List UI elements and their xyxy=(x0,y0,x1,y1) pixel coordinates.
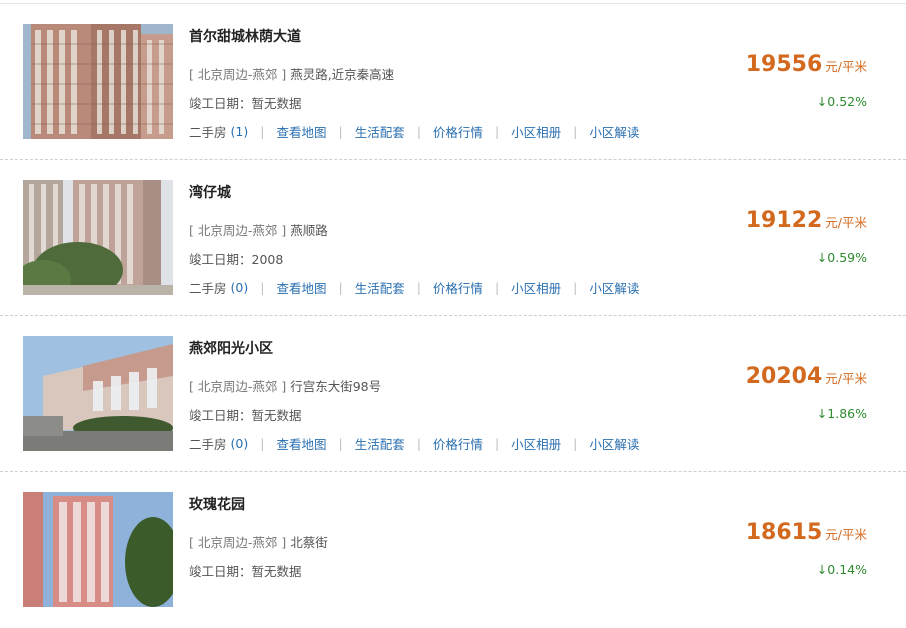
listing-photo[interactable] xyxy=(23,180,173,295)
analysis-link[interactable]: 小区解读 xyxy=(589,278,639,297)
listing-title[interactable]: 首尔甜城林荫大道 xyxy=(189,26,301,46)
price-value: 19122 xyxy=(745,208,823,233)
link-divider: | xyxy=(573,124,578,139)
listing-region: [ 北京周边-燕郊 ] xyxy=(189,379,287,394)
price-value: 19556 xyxy=(745,52,823,77)
listing-region: [ 北京周边-燕郊 ] xyxy=(189,535,287,550)
price-trend-link[interactable]: 价格行情 xyxy=(433,434,483,453)
listing-item: 玫瑰花园 [ 北京周边-燕郊 ] 北蔡街 竣工日期：暂无数据 18615 元/平米… xyxy=(0,472,906,628)
listing-photo[interactable] xyxy=(23,24,173,139)
listing-title[interactable]: 湾仔城 xyxy=(189,182,231,202)
listing-address: [ 北京周边-燕郊 ] 行宫东大街98号 xyxy=(189,376,381,395)
listing-region: [ 北京周边-燕郊 ] xyxy=(189,223,287,238)
listing-street: 北蔡街 xyxy=(290,535,328,550)
view-map-link[interactable]: 查看地图 xyxy=(276,122,326,141)
listing-item: 首尔甜城林荫大道 [ 北京周边-燕郊 ] 燕灵路,近京秦高速 竣工日期：暂无数据… xyxy=(0,4,906,160)
view-map-link[interactable]: 查看地图 xyxy=(276,278,326,297)
second-hand-count[interactable]: (1) xyxy=(231,124,249,139)
listing-address: [ 北京周边-燕郊 ] 燕灵路,近京秦高速 xyxy=(189,64,394,83)
price-unit: 元/平米 xyxy=(825,371,867,386)
link-divider: | xyxy=(416,280,421,295)
completion-value: 暂无数据 xyxy=(251,96,302,111)
price-change: ↓0.59% xyxy=(816,250,867,265)
link-divider: | xyxy=(260,124,265,139)
listing-address: [ 北京周边-燕郊 ] 燕顺路 xyxy=(189,220,328,239)
listing-item: 燕郊阳光小区 [ 北京周边-燕郊 ] 行宫东大街98号 竣工日期：暂无数据 二手… xyxy=(0,316,906,472)
completion-label: 竣工日期： xyxy=(189,96,252,111)
link-divider: | xyxy=(494,124,500,139)
listing-completion: 竣工日期：暂无数据 xyxy=(189,405,302,424)
listing-price: 19122 元/平米 xyxy=(746,208,867,233)
price-unit: 元/平米 xyxy=(825,215,867,230)
second-hand-count[interactable]: (0) xyxy=(231,436,249,451)
price-unit: 元/平米 xyxy=(825,527,867,542)
price-change: ↓1.86% xyxy=(816,406,867,421)
price-change: ↓0.52% xyxy=(816,94,867,109)
listing-item: 湾仔城 [ 北京周边-燕郊 ] 燕顺路 竣工日期：2008 二手房 (0) | … xyxy=(0,160,906,316)
amenities-link[interactable]: 生活配套 xyxy=(355,278,405,297)
listing-photo[interactable] xyxy=(23,492,173,607)
album-link[interactable]: 小区相册 xyxy=(511,434,561,453)
price-value: 18615 xyxy=(745,520,823,545)
listing-region: [ 北京周边-燕郊 ] xyxy=(189,67,287,82)
link-divider: | xyxy=(416,436,421,451)
price-change: ↓0.14% xyxy=(816,562,867,577)
link-divider: | xyxy=(338,436,343,451)
view-map-link[interactable]: 查看地图 xyxy=(276,434,326,453)
listing-street: 燕灵路,近京秦高速 xyxy=(290,67,395,82)
listing-title[interactable]: 玫瑰花园 xyxy=(189,494,245,514)
listing-price: 18615 元/平米 xyxy=(746,520,867,545)
link-divider: | xyxy=(573,280,578,295)
listing-links: 二手房 (1) | 查看地图 | 生活配套 | 价格行情 | 小区相册 | 小区… xyxy=(189,122,639,141)
second-hand-count[interactable]: (0) xyxy=(231,280,249,295)
completion-label: 竣工日期： xyxy=(189,408,252,423)
listing-price: 19556 元/平米 xyxy=(746,52,867,77)
link-divider: | xyxy=(338,124,343,139)
listing-links: 二手房 (0) | 查看地图 | 生活配套 | 价格行情 | 小区相册 | 小区… xyxy=(189,434,639,453)
amenities-link[interactable]: 生活配套 xyxy=(355,434,405,453)
listing-street: 行宫东大街98号 xyxy=(290,379,382,394)
completion-value: 2008 xyxy=(251,252,284,267)
completion-label: 竣工日期： xyxy=(189,252,252,267)
listing-completion: 竣工日期：暂无数据 xyxy=(189,93,302,112)
second-hand-label[interactable]: 二手房 xyxy=(189,122,227,141)
link-divider: | xyxy=(260,280,265,295)
analysis-link[interactable]: 小区解读 xyxy=(589,434,639,453)
price-value: 20204 xyxy=(745,364,823,389)
completion-label: 竣工日期： xyxy=(189,564,252,579)
listing-address: [ 北京周边-燕郊 ] 北蔡街 xyxy=(189,532,328,551)
album-link[interactable]: 小区相册 xyxy=(511,278,561,297)
listing-completion: 竣工日期：2008 xyxy=(189,249,283,268)
amenities-link[interactable]: 生活配套 xyxy=(355,122,405,141)
link-divider: | xyxy=(573,436,578,451)
price-trend-link[interactable]: 价格行情 xyxy=(433,278,483,297)
link-divider: | xyxy=(416,124,421,139)
listing-street: 燕顺路 xyxy=(290,223,328,238)
listing-title[interactable]: 燕郊阳光小区 xyxy=(189,338,273,358)
price-unit: 元/平米 xyxy=(825,59,867,74)
completion-value: 暂无数据 xyxy=(251,564,302,579)
second-hand-label[interactable]: 二手房 xyxy=(189,434,227,453)
listing-photo[interactable] xyxy=(23,336,173,451)
listing-completion: 竣工日期：暂无数据 xyxy=(189,561,302,580)
price-trend-link[interactable]: 价格行情 xyxy=(433,122,483,141)
link-divider: | xyxy=(338,280,343,295)
analysis-link[interactable]: 小区解读 xyxy=(589,122,639,141)
listing-links: 二手房 (0) | 查看地图 | 生活配套 | 价格行情 | 小区相册 | 小区… xyxy=(189,278,639,297)
completion-value: 暂无数据 xyxy=(251,408,302,423)
album-link[interactable]: 小区相册 xyxy=(511,122,561,141)
link-divider: | xyxy=(494,436,500,451)
link-divider: | xyxy=(260,436,265,451)
link-divider: | xyxy=(494,280,500,295)
listing-price: 20204 元/平米 xyxy=(746,364,867,389)
second-hand-label[interactable]: 二手房 xyxy=(189,278,227,297)
